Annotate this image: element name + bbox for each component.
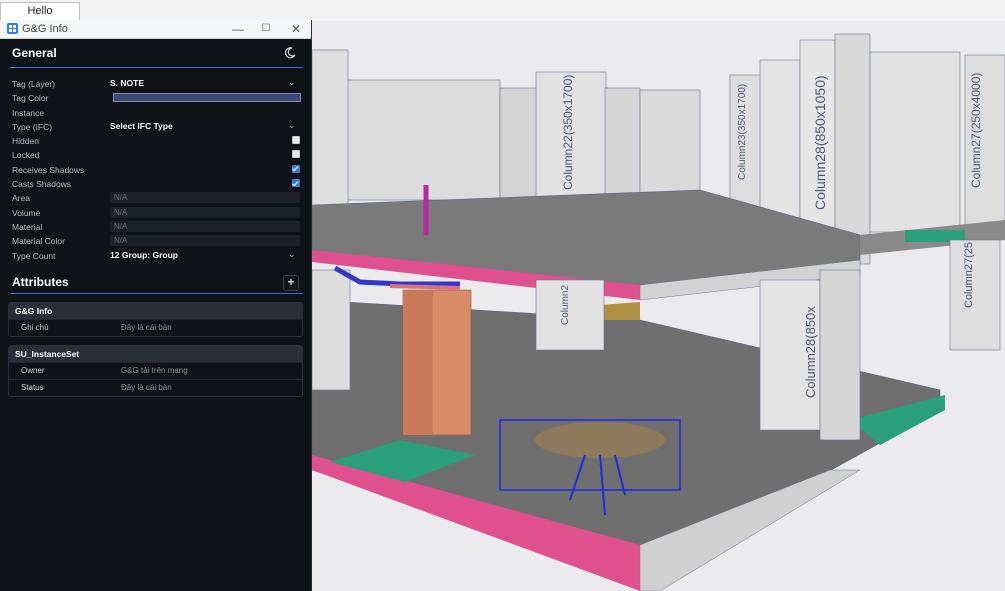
attribute-row: Ghi chú Đây là cái bàn xyxy=(9,318,302,336)
hidden-row: Hidden xyxy=(0,134,311,148)
column-label: Column2 xyxy=(560,285,571,325)
area-value: N/A xyxy=(114,193,128,203)
column-label: Column22(350x1700) xyxy=(561,75,575,190)
material-color-label: Material Color xyxy=(12,236,65,247)
material-value: N/A xyxy=(114,221,128,231)
material-label: Material xyxy=(12,221,43,232)
volume-row: Volume N/A xyxy=(0,206,311,220)
tab-hello[interactable]: Hello xyxy=(0,2,80,20)
minimize-button[interactable]: — xyxy=(224,21,252,37)
tag-color-label: Tag Color xyxy=(12,93,49,104)
casts-shadows-label: Casts Shadows xyxy=(12,179,72,190)
column-label: Column28(850x xyxy=(803,306,818,398)
material-row: Material N/A xyxy=(0,220,311,234)
instance-row: Instance xyxy=(0,106,311,120)
instance-label: Instance xyxy=(12,107,45,118)
general-title: General xyxy=(12,46,57,60)
maximize-button[interactable]: ☐ xyxy=(252,21,280,37)
chevron-down-icon[interactable]: ⌄ xyxy=(288,249,296,260)
attributes-section-header: Attributes + xyxy=(0,271,311,293)
attribute-key: Ghi chú xyxy=(21,322,49,332)
attribute-row: Status Đây là cái bàn xyxy=(9,378,302,396)
gg-info-panel: G&G Info — ☐ ✕ General Tag (Layer) S. NO… xyxy=(0,20,312,591)
attribute-row: Owner G&G tải trên mạng xyxy=(9,361,302,379)
type-count-label: Type Count xyxy=(12,250,56,261)
chevron-down-icon[interactable]: ⌄ xyxy=(288,77,296,88)
receives-shadows-row: Receives Shadows xyxy=(0,163,311,177)
casts-shadows-checkbox[interactable] xyxy=(292,179,300,188)
volume-label: Volume xyxy=(12,207,41,218)
material-color-field: N/A xyxy=(110,235,300,247)
general-section-header: General xyxy=(0,39,311,67)
locked-row: Locked xyxy=(0,148,311,162)
attribute-value[interactable]: G&G tải trên mạng xyxy=(121,366,188,375)
area-label: Area xyxy=(12,193,30,204)
attribute-group: SU_InstanceSet Owner G&G tải trên mạng S… xyxy=(8,344,303,397)
locked-label: Locked xyxy=(12,150,40,161)
type-ifc-select[interactable]: Select IFC Type xyxy=(110,121,173,131)
tab-bar: Hello xyxy=(0,0,1005,22)
hidden-checkbox[interactable] xyxy=(292,136,300,145)
close-button[interactable]: ✕ xyxy=(282,21,310,37)
column-label: Column23(350x1700) xyxy=(737,84,748,180)
attribute-group-header[interactable]: SU_InstanceSet xyxy=(9,345,302,362)
area-row: Area N/A xyxy=(0,191,311,205)
attribute-group: G&G Info Ghi chú Đây là cái bàn xyxy=(8,301,303,337)
volume-value: N/A xyxy=(114,207,128,217)
type-count-select[interactable]: 12 Group: Group xyxy=(110,250,178,260)
section-divider xyxy=(10,292,303,294)
receives-shadows-label: Receives Shadows xyxy=(12,164,85,175)
tag-layer-row: Tag (Layer) S. NOTE ⌄ xyxy=(0,77,311,91)
tag-color-swatch[interactable] xyxy=(113,93,301,103)
tag-layer-label: Tag (Layer) xyxy=(12,79,55,89)
column-label: Column28(850x1050) xyxy=(812,75,828,210)
receives-shadows-checkbox[interactable] xyxy=(292,164,300,173)
moon-icon[interactable] xyxy=(283,46,297,60)
casts-shadows-row: Casts Shadows xyxy=(0,177,311,191)
window-title: G&G Info xyxy=(22,23,68,35)
material-field: N/A xyxy=(110,220,300,232)
column-label: Column27(25 xyxy=(963,242,975,308)
app-icon xyxy=(7,23,18,34)
hidden-label: Hidden xyxy=(12,136,39,147)
attribute-value[interactable]: Đây là cái bàn xyxy=(121,383,172,392)
material-color-value: N/A xyxy=(114,236,128,246)
attribute-group-header[interactable]: G&G Info xyxy=(9,302,302,319)
chevron-down-icon[interactable]: ⌄ xyxy=(288,120,296,131)
area-field: N/A xyxy=(110,192,300,204)
attribute-key: Status xyxy=(21,382,44,392)
tag-color-row: Tag Color xyxy=(0,91,311,105)
attribute-key: Owner xyxy=(21,365,45,375)
type-ifc-label: Type (IFC) xyxy=(12,121,53,132)
locked-checkbox[interactable] xyxy=(292,150,300,159)
window-titlebar[interactable]: G&G Info — ☐ ✕ xyxy=(0,20,311,39)
type-ifc-row: Type (IFC) Select IFC Type ⌄ xyxy=(0,120,311,134)
add-attribute-button[interactable]: + xyxy=(283,274,299,291)
type-count-row: Type Count 12 Group: Group ⌄ xyxy=(0,249,311,263)
volume-field: N/A xyxy=(110,206,300,218)
tag-layer-select[interactable]: S. NOTE xyxy=(110,78,144,88)
attributes-title: Attributes xyxy=(12,274,69,289)
material-color-row: Material Color N/A xyxy=(0,234,311,248)
attribute-value[interactable]: Đây là cái bàn xyxy=(121,323,172,332)
column-label: Column27(250x4000) xyxy=(969,73,983,188)
